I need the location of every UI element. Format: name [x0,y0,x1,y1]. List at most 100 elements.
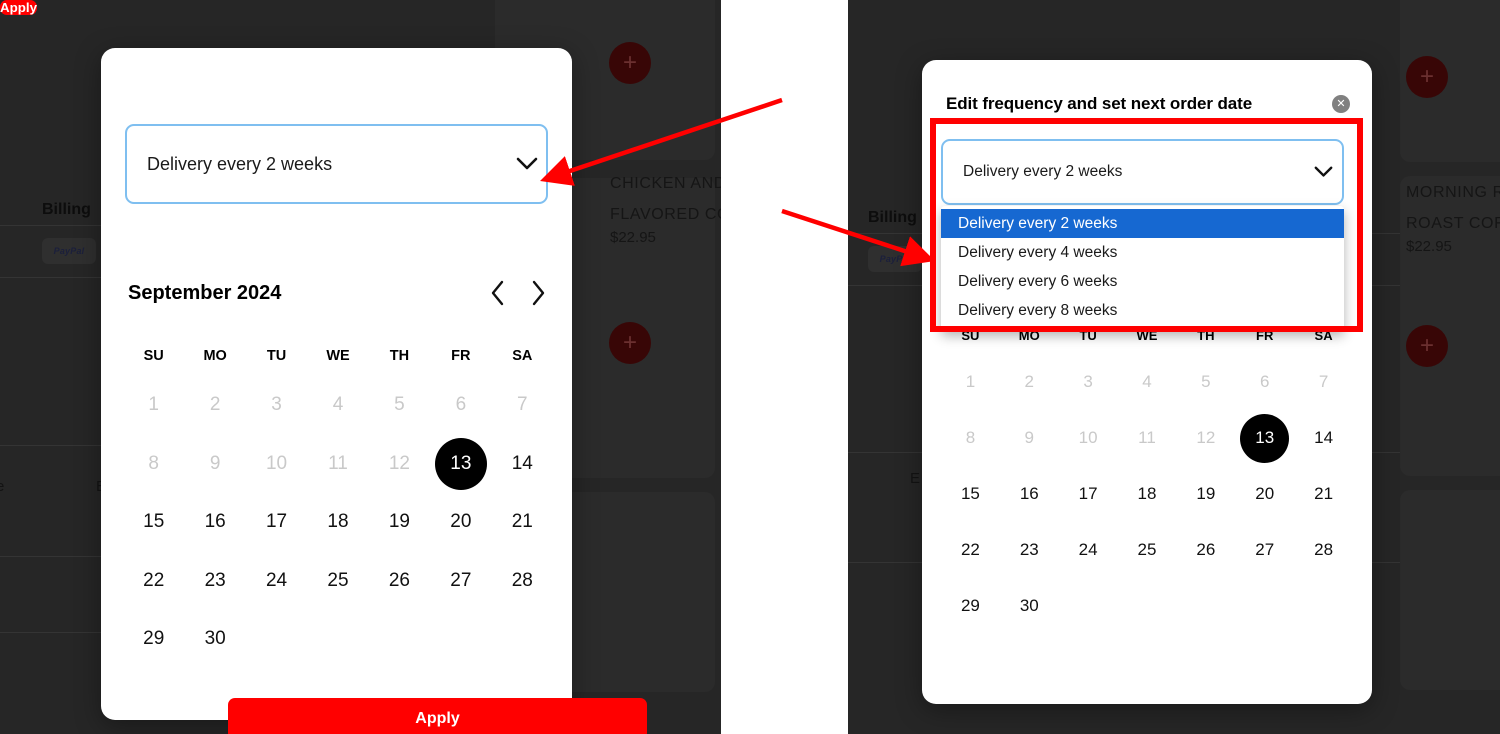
calendar-day-label: 17 [265,511,288,533]
calendar-day-16[interactable]: 16 [184,493,245,552]
product-price: $22.95 [1406,238,1452,255]
apply-button[interactable]: Apply [228,698,647,734]
calendar-day-label: 2 [209,394,221,416]
calendar-day-15[interactable]: 15 [123,493,184,552]
dropdown-option-4[interactable]: Delivery every 8 weeks [941,296,1344,325]
calendar-day-18[interactable]: 18 [1118,466,1177,522]
calendar-weekday-mo: MO [203,348,227,364]
calendar-day-4: 4 [307,376,368,435]
calendar-day-label: 9 [1024,428,1034,447]
calendar-day-16[interactable]: 16 [1000,466,1059,522]
calendar-day-20[interactable]: 20 [1235,466,1294,522]
calendar-day-30[interactable]: 30 [1000,578,1059,634]
calendar-day-17[interactable]: 17 [246,493,307,552]
calendar-day-label: 10 [265,452,288,474]
calendar-day-24[interactable]: 24 [246,552,307,611]
dropdown-option-3[interactable]: Delivery every 6 weeks [941,267,1344,296]
edit-frequency-modal: Edit frequency and set next order date ✕… [101,48,647,734]
calendar-day-23[interactable]: 23 [1000,522,1059,578]
calendar-day-22[interactable]: 22 [123,552,184,611]
close-icon[interactable]: ✕ [1332,95,1350,113]
calendar-day-label: 7 [516,394,528,416]
calendar-day-23[interactable]: 23 [184,552,245,611]
calendar-day-21[interactable]: 21 [1294,466,1353,522]
calendar-day-28[interactable]: 28 [492,552,553,611]
calendar-day-1: 1 [123,376,184,435]
calendar-day-26[interactable]: 26 [1176,522,1235,578]
calendar-day-27[interactable]: 27 [430,552,491,611]
calendar-day-label: 19 [1196,484,1216,503]
calendar-day-29[interactable]: 29 [123,610,184,669]
calendar-day-label: 15 [960,484,980,503]
calendar-day-5: 5 [1176,354,1235,410]
product-card[interactable] [1400,490,1500,690]
calendar-day-label: 1 [965,372,976,391]
calendar-day-label: 20 [450,511,472,533]
calendar-day-4: 4 [1118,354,1177,410]
calendar-day-29[interactable]: 29 [941,578,1000,634]
calendar-day-label: 3 [271,394,282,416]
calendar-day-7: 7 [1294,354,1353,410]
calendar-day-27[interactable]: 27 [1235,522,1294,578]
page-title: Edit frequency and set next order date [946,94,1253,113]
calendar-weekday-sa: SA [512,348,533,364]
dropdown-option-2[interactable]: Delivery every 4 weeks [941,238,1344,267]
calendar-day-14[interactable]: 14 [1294,410,1353,466]
calendar-day-label: 23 [1019,540,1039,559]
product-title-line: ROAST COF [1406,215,1500,232]
calendar-day-8: 8 [123,435,184,494]
chevron-left-icon[interactable] [490,280,506,306]
calendar-day-3: 3 [246,376,307,435]
calendar-day-label: 13 [434,437,487,490]
calendar-day-label: 28 [511,569,533,591]
apply-button[interactable]: Apply [0,0,38,15]
billing-label: Billing [868,209,917,226]
calendar-day-label: 10 [1078,428,1098,447]
calendar-day-6: 6 [1235,354,1294,410]
frequency-select[interactable]: Delivery every 2 weeks [941,139,1344,205]
calendar-day-15[interactable]: 15 [941,466,1000,522]
calendar-day-14[interactable]: 14 [492,435,553,494]
calendar-day-22[interactable]: 22 [941,522,1000,578]
calendar-day-18[interactable]: 18 [307,493,368,552]
edge-text-fragment: E [910,470,921,487]
calendar-day-28[interactable]: 28 [1294,522,1353,578]
calendar-day-label: 11 [1138,428,1156,447]
frequency-dropdown-list[interactable]: Delivery every 2 weeks Delivery every 4 w… [941,206,1344,331]
calendar-day-21[interactable]: 21 [492,493,553,552]
plus-icon[interactable]: + [1406,325,1448,367]
calendar-day-13[interactable]: 13 [430,435,491,494]
calendar-day-17[interactable]: 17 [1059,466,1118,522]
plus-icon[interactable]: + [609,322,651,364]
calendar-day-19[interactable]: 19 [369,493,430,552]
calendar-day-label: 24 [1078,540,1098,559]
calendar-day-label: 22 [143,569,165,591]
frequency-select-value: Delivery every 2 weeks [963,163,1123,180]
plus-icon[interactable]: + [609,42,651,84]
calendar-day-label: 13 [1240,413,1290,463]
calendar-day-label: 30 [1019,596,1039,615]
calendar-day-19[interactable]: 19 [1176,466,1235,522]
calendar-day-26[interactable]: 26 [369,552,430,611]
edit-frequency-modal-open-dropdown: Edit frequency and set next order date ✕… [922,60,1372,704]
chevron-right-icon[interactable] [530,280,546,306]
calendar-day-25[interactable]: 25 [1118,522,1177,578]
calendar-day-25[interactable]: 25 [307,552,368,611]
calendar-day-label: 26 [388,569,410,591]
calendar-day-label: 16 [204,511,226,533]
screenshot-root: + CHICKEN AND FLAVORED CO $22.95 + Billi… [0,0,1500,734]
plus-icon[interactable]: + [1406,56,1448,98]
calendar-day-30[interactable]: 30 [184,610,245,669]
calendar-day-11: 11 [307,435,368,494]
calendar-day-label: 30 [204,628,226,650]
calendar-day-24[interactable]: 24 [1059,522,1118,578]
calendar-day-label: 5 [394,394,405,416]
dropdown-option-1[interactable]: Delivery every 2 weeks [941,209,1344,238]
calendar-day-label: 18 [327,511,349,533]
calendar-day-13[interactable]: 13 [1235,410,1294,466]
paypal-badge: PayPal [42,238,96,264]
calendar-day-label: 22 [960,540,980,559]
frequency-select[interactable]: Delivery every 2 weeks [125,124,548,204]
calendar-day-20[interactable]: 20 [430,493,491,552]
calendar-day-label: 25 [327,569,349,591]
